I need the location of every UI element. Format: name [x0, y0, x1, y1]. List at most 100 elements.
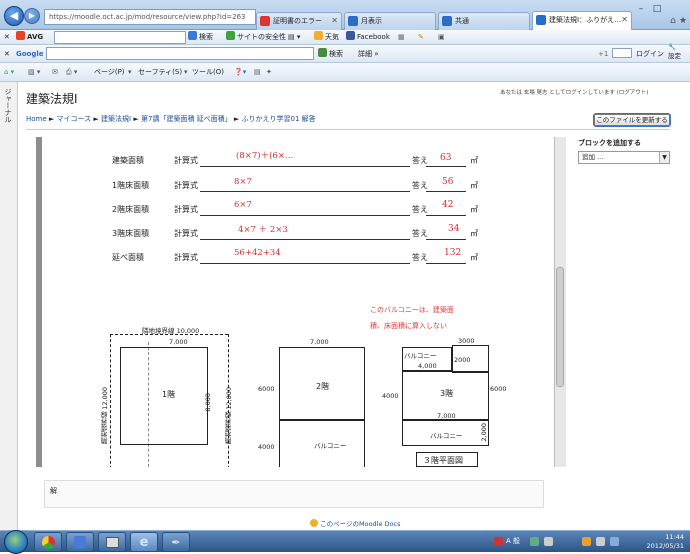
menu-icon[interactable]: ▤ ▾: [288, 30, 300, 44]
taskbar-ie[interactable]: e: [130, 532, 158, 552]
print-icon[interactable]: ⎙ ▾: [66, 65, 77, 79]
minimize-button[interactable]: –: [634, 2, 648, 16]
avg-logo[interactable]: AVG: [16, 30, 43, 44]
tab-label: 証明書のエラー: [273, 17, 322, 25]
clock[interactable]: 11:44 2012/05/31: [647, 533, 684, 551]
google-search-input[interactable]: [46, 47, 314, 60]
taskbar-tool[interactable]: ✒: [162, 532, 190, 552]
balcony2-depth: 4000: [258, 443, 275, 451]
side-panel-label[interactable]: ジャーナル: [3, 88, 13, 123]
facebook-button[interactable]: Facebook: [346, 30, 390, 44]
toolbar-extra-icon[interactable]: ▣: [438, 30, 445, 44]
tab-month-view[interactable]: 月表示: [344, 12, 436, 30]
balcony-note-line1: このバルコニーは、建築面: [370, 306, 454, 314]
breadcrumb-section[interactable]: 第7講「建築面積 延べ面積」: [141, 115, 232, 123]
plan3-top-dim: 3000: [458, 337, 475, 345]
close-tab-icon[interactable]: ✕: [621, 12, 628, 28]
breadcrumb-sep: ►: [233, 115, 240, 123]
tab-course-active[interactable]: 建築法規Ⅰ：ふりがえ… ✕: [532, 11, 632, 30]
feeds-icon[interactable]: ▧ ▾: [28, 65, 40, 79]
add-block-select[interactable]: 追加 ... ▼: [578, 151, 670, 164]
google-search-button[interactable]: 検索: [318, 47, 343, 61]
shield-icon: [74, 536, 86, 549]
help-icon[interactable]: ❓▾: [234, 65, 246, 79]
row-label: 3階床面積: [112, 229, 150, 238]
page-menu[interactable]: ページ(P): [94, 65, 125, 79]
back-button[interactable]: ◀: [4, 6, 24, 26]
mail-icon[interactable]: ✉: [52, 65, 58, 79]
tray-icon[interactable]: [494, 537, 503, 546]
restore-button[interactable]: □: [650, 2, 664, 16]
floor3-label: 3階: [440, 389, 454, 398]
update-file-button[interactable]: このファイルを更新する: [594, 114, 670, 126]
boundary-side-label-2: 隣地境界線 12,000: [225, 387, 233, 445]
row-label: 建築面積: [112, 156, 144, 165]
taskbar-chrome[interactable]: [34, 532, 62, 552]
underline: [426, 191, 466, 192]
close-toolbar-icon[interactable]: ✕: [4, 30, 10, 44]
forward-button[interactable]: ▶: [24, 8, 40, 24]
breadcrumb-home[interactable]: Home: [26, 115, 47, 123]
close-toolbar-icon[interactable]: ✕: [4, 47, 10, 61]
research-icon[interactable]: ▤: [254, 65, 261, 79]
tab-certificate-error[interactable]: 証明書のエラー ✕: [256, 12, 342, 30]
divider: [26, 129, 670, 130]
tray-icon[interactable]: [530, 537, 539, 546]
translate-icon[interactable]: ✦: [266, 65, 272, 79]
chevron-down-icon: ▾: [128, 68, 132, 76]
login-info[interactable]: あなたは 玄場 晃志 としてログインしています (ログアウト): [500, 88, 648, 96]
avg-search-input[interactable]: [54, 31, 186, 44]
sign-in-button[interactable]: ログイン: [636, 47, 664, 61]
close-tab-icon[interactable]: ✕: [331, 13, 338, 29]
notes-icon[interactable]: ✎: [418, 30, 424, 44]
plan3-side: 4000: [382, 392, 399, 400]
underline: [200, 191, 410, 192]
breadcrumb-my-courses[interactable]: マイコース: [57, 115, 92, 123]
breadcrumb-sep: ►: [48, 115, 55, 123]
start-button[interactable]: [4, 530, 28, 554]
calc-icon[interactable]: ▦: [398, 30, 405, 44]
settings-button[interactable]: 🔧 設定: [668, 43, 681, 61]
row-label: 1階床面積: [112, 181, 150, 190]
add-block-heading: ブロックを追加する: [578, 139, 641, 147]
network-icon[interactable]: [610, 537, 619, 546]
taskbar-app[interactable]: [98, 532, 126, 552]
document-viewer[interactable]: 建築面積 計算式 (8×7)＋(6×… 答え 63 ㎡ 1階床面積 計算式 8×…: [36, 137, 566, 467]
underline: [426, 215, 466, 216]
plan3-caption: ３階平面図: [423, 456, 463, 465]
scrollbar-thumb[interactable]: [556, 267, 564, 387]
home-icon[interactable]: ⌂ ▾: [4, 65, 14, 79]
browser-tab-bar: ◀ ▶ https://moodle.oct.ac.jp/mod/resourc…: [0, 0, 690, 30]
solution-panel: [44, 480, 544, 508]
formula-text: 8×7: [234, 177, 252, 187]
windows-taskbar: e ✒ A 般 11:44 2012/05/31: [0, 530, 690, 554]
chrome-icon: [41, 536, 55, 549]
avg-search-button[interactable]: 検索: [188, 30, 213, 44]
command-bar: ⌂ ▾ ▧ ▾ ✉ ⎙ ▾ ページ(P) ▾ セーフティ(S) ▾ ツール(O)…: [0, 63, 690, 82]
ime-indicator[interactable]: A 般: [506, 536, 520, 546]
plus-one-icon[interactable]: +1: [598, 47, 608, 61]
calc-label: 計算式: [174, 253, 198, 262]
taskbar-shield[interactable]: [66, 532, 94, 552]
moodle-docs-link[interactable]: このページのMoodle Docs: [310, 518, 400, 528]
unit-label: ㎡: [470, 253, 478, 262]
tab-common[interactable]: 共通: [438, 12, 530, 30]
unit-label: ㎡: [470, 205, 478, 214]
unit-label: ㎡: [470, 156, 478, 165]
weather-button[interactable]: 天気: [314, 30, 339, 44]
answer-value: 34: [448, 224, 460, 234]
site-safety-button[interactable]: サイトの安全性: [226, 30, 286, 44]
tools-menu[interactable]: ツール(O): [192, 65, 224, 79]
toolbar-field[interactable]: [612, 48, 632, 58]
tray-icon[interactable]: [582, 537, 591, 546]
breadcrumb-course[interactable]: 建築法規Ⅰ: [101, 115, 131, 123]
safety-menu[interactable]: セーフティ(S): [138, 65, 182, 79]
underline: [200, 239, 410, 240]
wrench-icon: 🔧: [668, 43, 677, 51]
breadcrumb: Home ► マイコース ► 建築法規Ⅰ ► 第7講「建築面積 延べ面積」 ► …: [26, 114, 316, 124]
tray-icon[interactable]: [544, 537, 553, 546]
volume-icon[interactable]: [596, 537, 605, 546]
address-bar[interactable]: https://moodle.oct.ac.jp/mod/resource/vi…: [44, 9, 256, 25]
more-button[interactable]: 詳細 »: [358, 47, 379, 61]
favorites-star-icon[interactable]: ★: [676, 14, 690, 28]
